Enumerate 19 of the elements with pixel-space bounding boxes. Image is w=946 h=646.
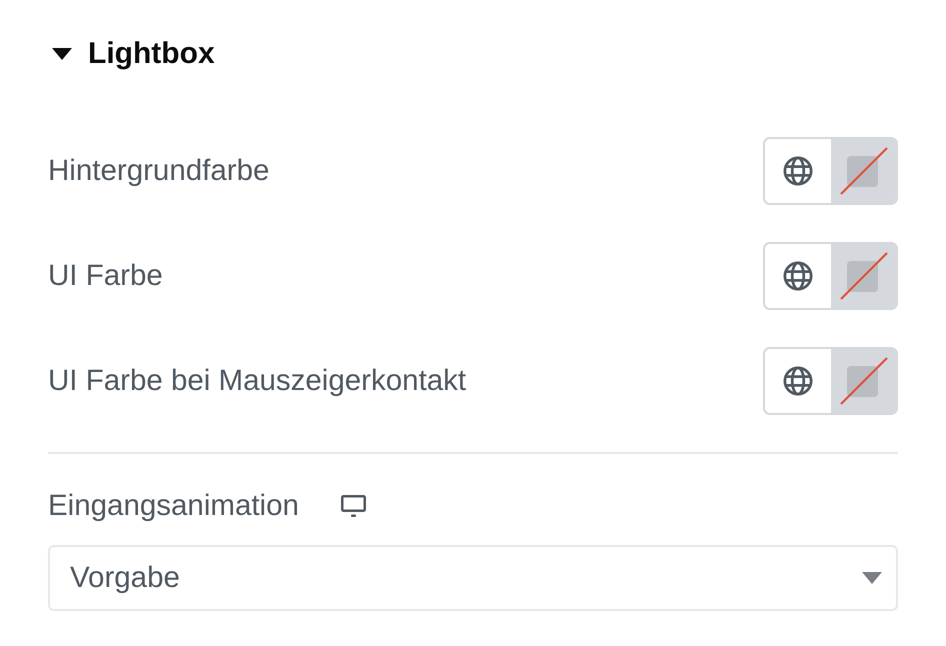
globe-icon [783, 156, 813, 186]
globe-icon [783, 366, 813, 396]
field-label: Eingangsanimation [48, 488, 299, 524]
color-picker-button[interactable] [831, 244, 896, 308]
globe-icon [783, 261, 813, 291]
empty-color-swatch-icon [840, 252, 888, 300]
dropdown-value: Vorgabe [70, 560, 180, 596]
color-label: Hintergrundfarbe [48, 153, 270, 189]
caret-down-icon[interactable] [52, 48, 72, 60]
desktop-monitor-icon[interactable] [340, 494, 367, 518]
color-label: UI Farbe bei Mauszeigerkontakt [48, 363, 466, 399]
section-title[interactable]: Lightbox [88, 34, 215, 74]
empty-color-swatch-icon [840, 147, 888, 195]
caret-down-icon [862, 572, 882, 584]
color-picker-button[interactable] [831, 139, 896, 203]
animation-dropdown[interactable]: Vorgabe [48, 545, 898, 611]
color-picker-button[interactable] [831, 349, 896, 413]
empty-color-swatch-icon [840, 357, 888, 405]
color-label: UI Farbe [48, 258, 163, 294]
